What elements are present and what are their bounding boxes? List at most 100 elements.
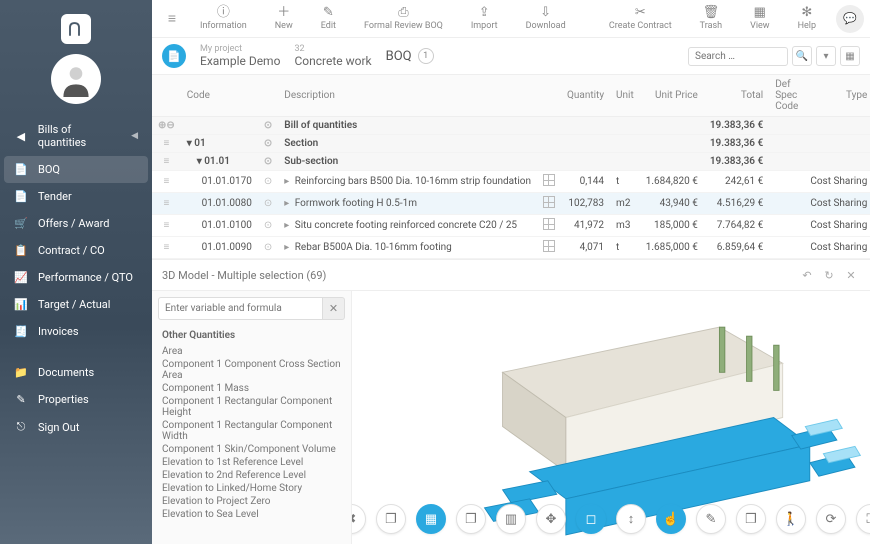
- table-row[interactable]: ⊕⊖⊙Bill of quantities19.383,36 €: [152, 117, 870, 135]
- row-handle-icon[interactable]: ≡: [152, 193, 181, 215]
- variable-item[interactable]: Component 1 Rectangular Component Width: [162, 419, 341, 443]
- row-menu-icon[interactable]: ⊙: [258, 171, 278, 193]
- variable-item[interactable]: Elevation to Project Zero: [162, 495, 341, 508]
- chat-icon[interactable]: 💬: [836, 5, 864, 33]
- sidebar-item-bills-of-quantities[interactable]: ◀Bills of quantities◀: [0, 116, 152, 156]
- variable-item[interactable]: Elevation to Sea Level: [162, 508, 341, 521]
- col-type[interactable]: Type: [804, 75, 870, 117]
- sidebar-item-contract-co[interactable]: 📋Contract / CO: [0, 237, 152, 264]
- table-row[interactable]: ≡ 01.01.0090⊙▸ Rebar B500A Dia. 10-16mm …: [152, 237, 870, 259]
- app-logo[interactable]: [61, 14, 91, 44]
- row-menu-icon[interactable]: ⊙: [258, 153, 278, 171]
- sidebar-item-offers-award[interactable]: 🛒Offers / Award: [0, 210, 152, 237]
- sidebar-item-documents[interactable]: 📁Documents: [0, 359, 152, 386]
- search-input[interactable]: [688, 47, 788, 66]
- col-unit[interactable]: Unit: [610, 75, 640, 117]
- row-menu-icon[interactable]: ⊙: [258, 193, 278, 215]
- breadcrumb-boq[interactable]: BOQ 1: [386, 48, 434, 64]
- close-icon[interactable]: ✕: [842, 266, 860, 284]
- row-menu-icon[interactable]: ⊙: [258, 117, 278, 135]
- row-menu-icon[interactable]: ⊙: [258, 135, 278, 153]
- grid-icon[interactable]: ▦: [840, 46, 860, 66]
- cell-grid[interactable]: [537, 237, 561, 259]
- breadcrumb-project[interactable]: My project Example Demo: [200, 44, 280, 68]
- sidebar-item-properties[interactable]: ✎Properties: [0, 386, 152, 413]
- cell-grid[interactable]: [537, 193, 561, 215]
- columns-icon[interactable]: ▥: [496, 504, 526, 534]
- move-icon[interactable]: ✥: [536, 504, 566, 534]
- variable-item[interactable]: Component 1 Skin/Component Volume: [162, 443, 341, 456]
- sidebar-item-invoices[interactable]: 🧾Invoices: [0, 318, 152, 345]
- row-menu-icon[interactable]: ⊙: [258, 215, 278, 237]
- select-icon[interactable]: ◻: [576, 504, 606, 534]
- row-handle-icon[interactable]: ≡: [152, 171, 181, 193]
- variable-item[interactable]: Component 1 Component Cross Section Area: [162, 358, 341, 382]
- breadcrumb-work[interactable]: 32 Concrete work: [294, 44, 371, 68]
- threed-viewer[interactable]: ⚙ ✖ ❐ ▦ ❐ ▥ ✥ ◻ ↕ ☝ ✎ ❒ 🚶 ⟳ ⛶ ⌂: [352, 291, 870, 544]
- tools-icon[interactable]: ✖: [352, 504, 366, 534]
- tool-trash[interactable]: 🗑Trash: [686, 6, 736, 31]
- cell-unit: [610, 153, 640, 171]
- hand-icon[interactable]: ☝: [656, 504, 686, 534]
- variable-item[interactable]: Component 1 Rectangular Component Height: [162, 395, 341, 419]
- row-handle-icon[interactable]: ≡: [152, 237, 181, 259]
- sidebar-item-boq[interactable]: 📄BOQ: [4, 156, 148, 183]
- copy-icon[interactable]: ❐: [456, 504, 486, 534]
- layers-icon[interactable]: ❐: [376, 504, 406, 534]
- filter-icon[interactable]: ▾: [816, 46, 836, 66]
- undo-icon[interactable]: ↶: [798, 266, 816, 284]
- sidebar-item-sign-out[interactable]: ⎋Sign Out: [0, 413, 152, 441]
- fit-icon[interactable]: ⛶: [856, 504, 870, 534]
- row-handle-icon[interactable]: ≡: [152, 135, 181, 153]
- tool-formal-review-boq[interactable]: ⎙Formal Review BOQ: [350, 6, 457, 31]
- cell-grid[interactable]: [537, 117, 561, 135]
- tool-view[interactable]: ▦View: [736, 6, 783, 31]
- table-row[interactable]: ≡ 01.01.0100⊙▸ Situ concrete footing rei…: [152, 215, 870, 237]
- pencil-icon[interactable]: ✎: [696, 504, 726, 534]
- avatar[interactable]: [51, 54, 101, 104]
- cell-grid[interactable]: [537, 153, 561, 171]
- formula-clear-icon[interactable]: ✕: [323, 297, 345, 320]
- tool-new[interactable]: ＋New: [261, 6, 307, 31]
- hamburger-icon[interactable]: ≡: [158, 10, 186, 27]
- table-row[interactable]: ≡ 01.01.0080⊙▸ Formwork footing H 0.5-1m…: [152, 193, 870, 215]
- col-total[interactable]: Total: [704, 75, 769, 117]
- variable-item[interactable]: Elevation to 1st Reference Level: [162, 456, 341, 469]
- tool-edit[interactable]: ✎Edit: [307, 6, 350, 31]
- tool-import[interactable]: ⇪Import: [457, 6, 512, 31]
- formula-input[interactable]: [158, 297, 323, 320]
- col-code[interactable]: Code: [181, 75, 258, 117]
- row-handle-icon[interactable]: ⊕⊖: [152, 117, 181, 135]
- variable-item[interactable]: Elevation to 2nd Reference Level: [162, 469, 341, 482]
- table-row[interactable]: ≡▾ 01⊙Section19.383,36 €: [152, 135, 870, 153]
- col-uprice[interactable]: Unit Price: [640, 75, 704, 117]
- variable-item[interactable]: Area: [162, 345, 341, 358]
- table-row[interactable]: ≡ ▾ 01.01⊙Sub-section19.383,36 €: [152, 153, 870, 171]
- sidebar-item-tender[interactable]: 📄Tender: [0, 183, 152, 210]
- sidebar-item-target-actual[interactable]: 📊Target / Actual: [0, 291, 152, 318]
- tool-help[interactable]: ✻Help: [784, 6, 830, 31]
- row-handle-icon[interactable]: ≡: [152, 215, 181, 237]
- col-desc[interactable]: Description: [278, 75, 537, 117]
- variable-item[interactable]: Component 1 Mass: [162, 382, 341, 395]
- table-row[interactable]: ≡ 01.01.0170⊙▸ Reinforcing bars B500 Dia…: [152, 171, 870, 193]
- col-qty[interactable]: Quantity: [561, 75, 610, 117]
- variable-item[interactable]: Elevation to Linked/Home Story: [162, 482, 341, 495]
- orbit-icon[interactable]: ⟳: [816, 504, 846, 534]
- cube-icon[interactable]: ❒: [736, 504, 766, 534]
- row-menu-icon[interactable]: ⊙: [258, 237, 278, 259]
- cell-grid[interactable]: [537, 135, 561, 153]
- tool-download[interactable]: ⇩Download: [512, 6, 580, 31]
- sidebar-item-performance-qto[interactable]: 📈Performance / QTO: [0, 264, 152, 291]
- tool-information[interactable]: ⓘInformation: [186, 6, 261, 31]
- person-icon[interactable]: 🚶: [776, 504, 806, 534]
- search-icon[interactable]: 🔍: [792, 46, 812, 66]
- cell-grid[interactable]: [537, 215, 561, 237]
- cell-grid[interactable]: [537, 171, 561, 193]
- tool-create-contract[interactable]: ✂Create Contract: [595, 6, 686, 31]
- grid-view-icon[interactable]: ▦: [416, 504, 446, 534]
- vertical-icon[interactable]: ↕: [616, 504, 646, 534]
- redo-icon[interactable]: ↻: [820, 266, 838, 284]
- row-handle-icon[interactable]: ≡: [152, 153, 181, 171]
- col-def[interactable]: Def Spec Code: [769, 75, 804, 117]
